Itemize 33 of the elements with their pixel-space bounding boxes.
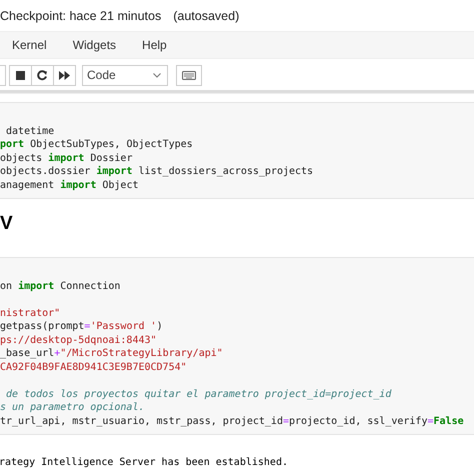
- code-line: CA92F04B9FAE8D941C3E9B7E0CD754": [0, 362, 187, 372]
- code-line: on import Connection: [0, 280, 120, 292]
- code-line: _base_url+"/MicroStrategyLibrary/api": [0, 348, 223, 359]
- menu-item[interactable]: Help: [142, 38, 167, 52]
- keyboard-button[interactable]: [176, 64, 202, 86]
- code-line: nistrator": [0, 308, 60, 318]
- code-line: datetime: [5, 126, 54, 136]
- run-all-button[interactable]: [53, 64, 76, 86]
- code-line: s un parametro opcional.: [0, 402, 144, 413]
- code-line: objects.dossier import list_dossiers_across_projects: [0, 166, 314, 177]
- code-line: objects import Dossier: [0, 152, 132, 164]
- code-cell[interactable]: datetime port ObjectSubTypes, ObjectTypes objects import Dossier objects.dossier import list_dossiers_across_projects anagement import Object: [0, 102, 474, 199]
- code-line: port ObjectSubTypes, ObjectTypes: [0, 139, 193, 150]
- stop-icon: [16, 70, 25, 80]
- keyboard-icon: [182, 70, 196, 80]
- heading: V: [0, 213, 13, 235]
- output-text: rategy Intelligence Server has been established.: [0, 457, 288, 468]
- code-cell[interactable]: [0, 257, 474, 435]
- cell-type-dropdown[interactable]: Code: [82, 64, 168, 86]
- restart-button[interactable]: [31, 64, 54, 86]
- menu-item[interactable]: Kernel: [12, 38, 47, 52]
- code-line: anagement import Object: [0, 180, 138, 190]
- checkpoint-status: Checkpoint: hace 21 minutos: [0, 8, 162, 22]
- autosave-status: (autosaved): [173, 8, 240, 22]
- restart-icon: [37, 70, 48, 80]
- fast-forward-icon: [59, 70, 70, 80]
- stop-button[interactable]: [9, 64, 32, 86]
- code-line: ps://desktop-5dqnoai:8443": [0, 334, 157, 346]
- menu-item[interactable]: Widgets: [72, 38, 116, 52]
- code-line: getpass(prompt='Password '): [0, 321, 163, 332]
- code-line: tr_url_api, mstr_usuario, mstr_pass, project_id=projecto_id, ssl_verify=False: [0, 416, 464, 426]
- chevron-down-icon: [153, 72, 161, 78]
- code-line: de todos los proyectos quitar el parametro project_id=project_id: [5, 388, 392, 400]
